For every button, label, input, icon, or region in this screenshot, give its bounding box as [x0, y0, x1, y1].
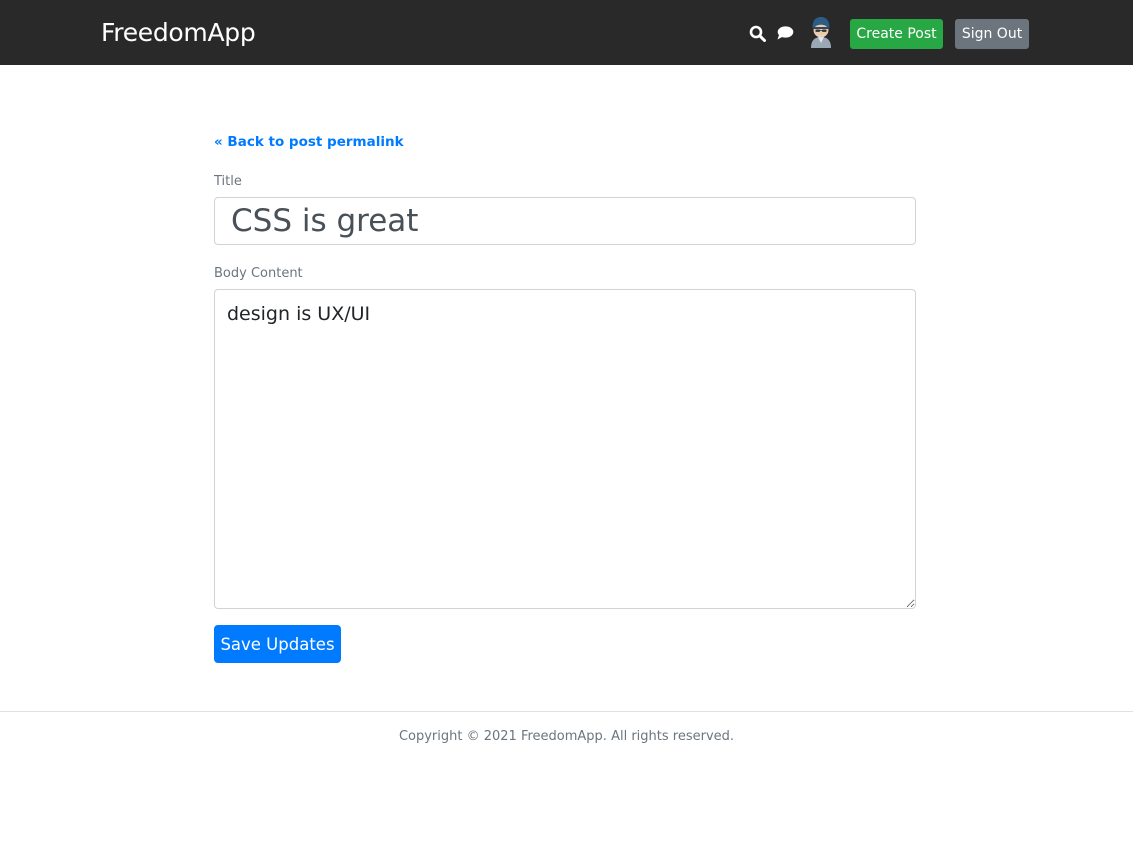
- title-label: Title: [214, 174, 242, 189]
- body-content-textarea[interactable]: design is UX/UI: [214, 289, 916, 609]
- save-updates-button[interactable]: Save Updates: [214, 625, 341, 663]
- body-content-label: Body Content: [214, 266, 303, 281]
- avatar[interactable]: [807, 16, 835, 48]
- create-post-button[interactable]: Create Post: [850, 19, 943, 49]
- chat-icon[interactable]: [774, 22, 796, 44]
- search-icon[interactable]: [746, 22, 768, 44]
- navbar: FreedomApp Create Post Sign Out: [0, 0, 1133, 65]
- footer-divider: [0, 711, 1133, 712]
- title-input[interactable]: [214, 197, 916, 245]
- sign-out-button[interactable]: Sign Out: [955, 19, 1029, 49]
- back-to-permalink-link[interactable]: « Back to post permalink: [214, 134, 404, 150]
- copyright-text: Copyright © 2021 FreedomApp. All rights …: [398, 729, 735, 744]
- brand-logo[interactable]: FreedomApp: [101, 17, 256, 49]
